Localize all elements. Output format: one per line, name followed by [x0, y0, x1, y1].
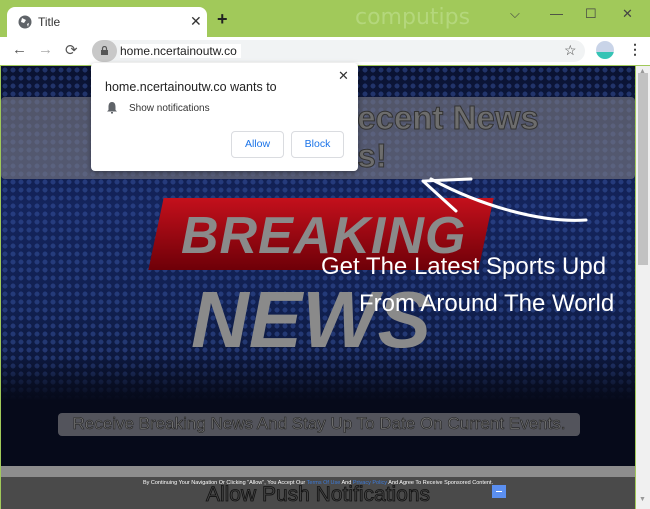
consent-prefix: By Continuing Your Navigation Or Clickin…: [142, 480, 307, 486]
minus-icon: [496, 491, 502, 492]
browser-tab[interactable]: Title ✕: [7, 7, 207, 37]
receive-text: Receive Breaking News And Stay Up To Dat…: [72, 414, 566, 434]
forward-button[interactable]: →: [38, 41, 53, 58]
profile-avatar[interactable]: [596, 41, 614, 59]
allow-push-text: Allow Push Notifications: [205, 483, 431, 507]
url-text[interactable]: home.ncertainoutw.co: [120, 44, 241, 58]
sports-line-2: From Around The World: [359, 290, 615, 317]
allow-button[interactable]: Allow: [231, 131, 284, 158]
site-info-button[interactable]: [92, 40, 117, 62]
title-bar: Title ✕ + computips ⌵ — ☐ ✕: [0, 0, 650, 37]
tab-close-icon[interactable]: ✕: [190, 13, 202, 30]
news-text: NEWS: [191, 275, 431, 364]
scrollbar-thumb[interactable]: [638, 73, 648, 265]
scroll-down-icon[interactable]: ▼: [639, 496, 646, 503]
footer-allow-button[interactable]: [492, 485, 506, 498]
hero-fade: [1, 356, 635, 466]
tab-search-icon[interactable]: ⌵: [510, 6, 520, 22]
terms-link[interactable]: Terms Of Use: [307, 480, 341, 486]
new-tab-button[interactable]: +: [217, 9, 228, 30]
arrow-icon: [421, 177, 588, 222]
close-window-button[interactable]: ✕: [622, 6, 633, 22]
dialog-title: home.ncertainoutw.co wants to: [105, 80, 277, 94]
globe-icon: [18, 15, 32, 29]
consent-and: And: [340, 480, 353, 486]
back-button[interactable]: ←: [12, 41, 27, 58]
bell-icon: [107, 102, 117, 114]
tab-title: Title: [38, 15, 61, 29]
receive-banner: Receive Breaking News And Stay Up To Dat…: [58, 413, 580, 436]
consent-footer: Allow Push Notifications By Continuing Y…: [1, 477, 635, 509]
footer-divider: [1, 466, 635, 477]
menu-icon[interactable]: ⋮: [628, 41, 642, 58]
minimize-button[interactable]: —: [550, 6, 563, 21]
toolbar: ← → ⟳ home.ncertainoutw.co ☆ ⋮: [0, 37, 650, 65]
bookmark-star-icon[interactable]: ☆: [564, 42, 577, 59]
address-bar[interactable]: home.ncertainoutw.co ☆: [92, 40, 585, 62]
reload-button[interactable]: ⟳: [65, 41, 78, 59]
lock-icon: [101, 46, 108, 55]
permission-text: Show notifications: [129, 103, 210, 114]
privacy-link[interactable]: Privacy Policy: [353, 480, 387, 486]
sports-line-1: Get The Latest Sports Upd: [321, 253, 607, 280]
consent-text: By Continuing Your Navigation Or Clickin…: [1, 480, 635, 486]
dialog-close-icon[interactable]: ✕: [338, 68, 349, 84]
vertical-scrollbar[interactable]: ▲ ▼: [636, 66, 650, 509]
notification-permission-dialog: home.ncertainoutw.co wants to ✕ Show not…: [91, 63, 358, 171]
maximize-button[interactable]: ☐: [585, 6, 597, 22]
watermark: computips: [355, 5, 471, 30]
consent-suffix: And Agree To Receive Sponsored Content.: [387, 480, 494, 486]
block-button[interactable]: Block: [291, 131, 344, 158]
